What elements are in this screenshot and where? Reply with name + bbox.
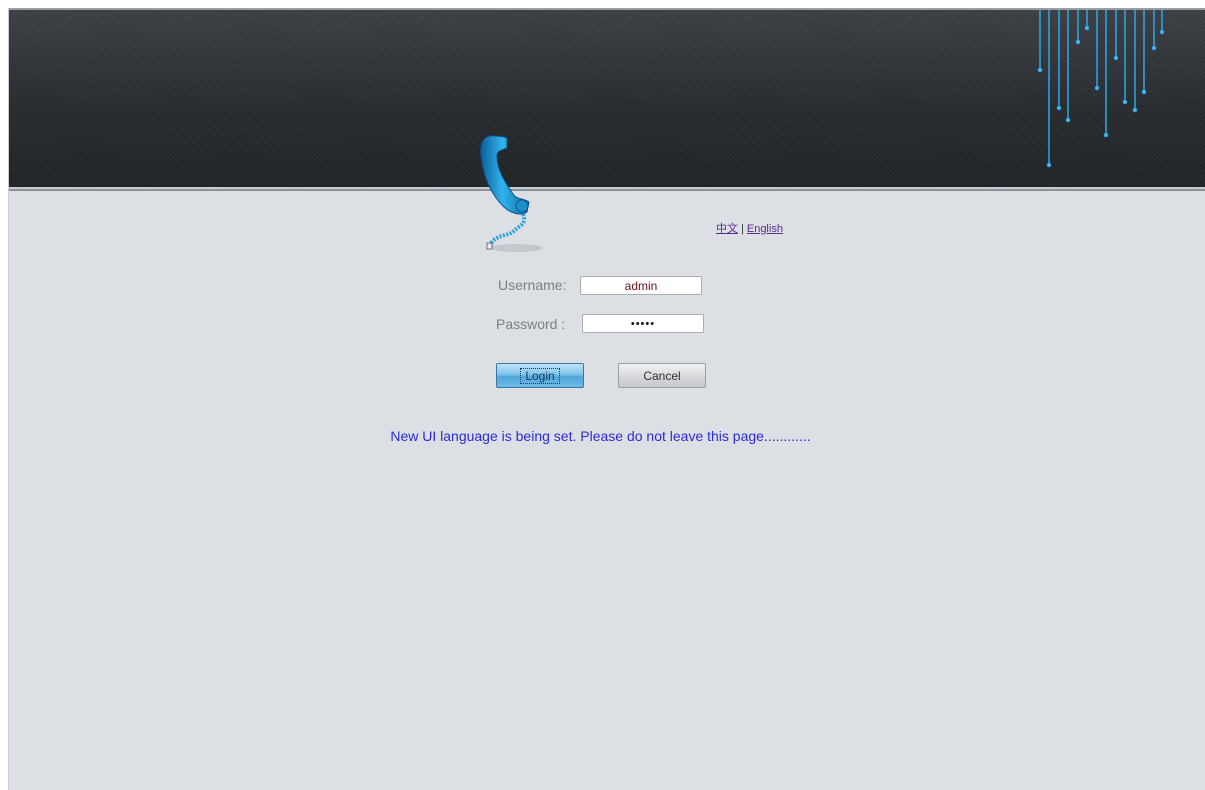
- header-banner: [9, 8, 1205, 191]
- username-label: Username:: [498, 277, 567, 293]
- password-input[interactable]: [582, 314, 704, 333]
- light-lines-decoration: [1037, 10, 1165, 168]
- cancel-button[interactable]: Cancel: [618, 363, 706, 388]
- password-label: Password :: [496, 316, 566, 332]
- telephone-handset-icon: [480, 135, 543, 252]
- lang-separator: |: [741, 223, 744, 235]
- banner-bottom-edge: [9, 187, 1205, 189]
- language-switch: 中文 | English: [716, 220, 783, 236]
- lang-english-link[interactable]: English: [747, 223, 783, 235]
- login-button-label: Login: [520, 367, 560, 384]
- login-page: 中文|English Username: Password : Login Ca…: [8, 8, 1205, 790]
- username-input[interactable]: [580, 276, 702, 295]
- login-button[interactable]: Login: [496, 363, 584, 388]
- lang-chinese-link[interactable]: 中文: [716, 223, 738, 235]
- status-message: New UI language is being set. Please do …: [390, 428, 811, 444]
